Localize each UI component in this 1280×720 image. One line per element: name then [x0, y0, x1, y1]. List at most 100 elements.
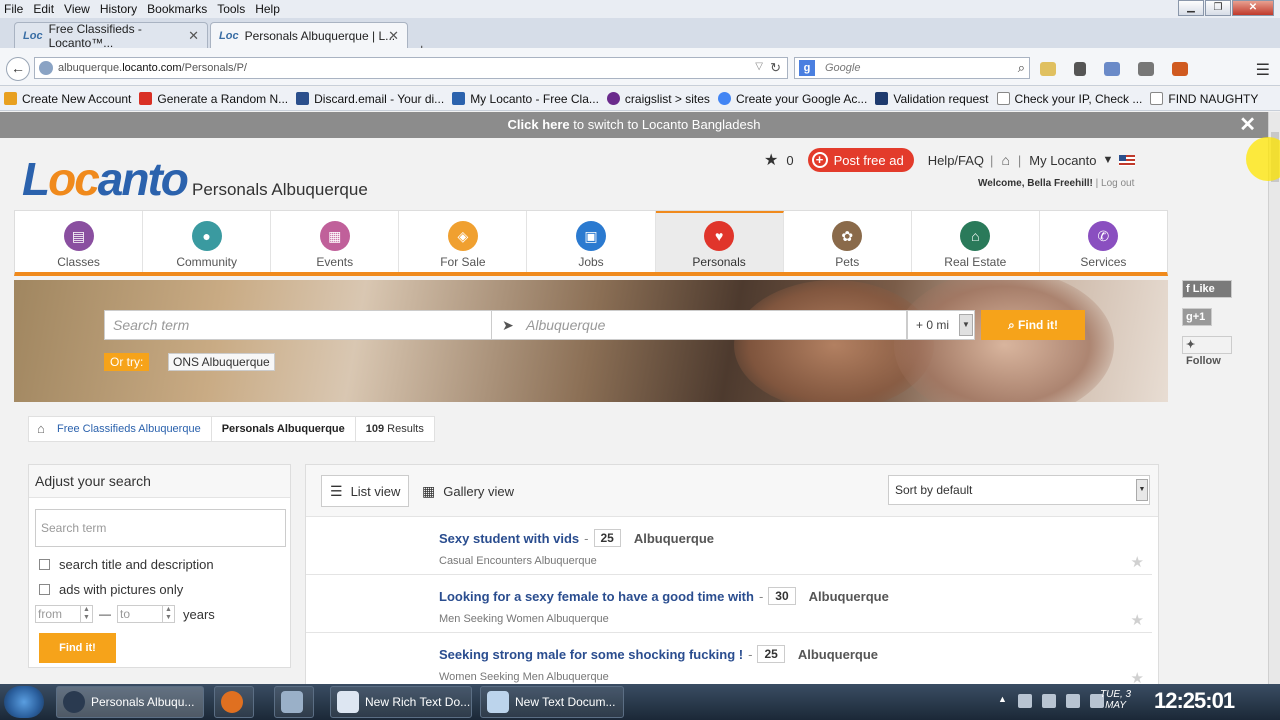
menu-view[interactable]: View	[59, 2, 95, 16]
taskbar-date[interactable]: TUE, 3 MAY	[1100, 689, 1131, 711]
fox-icon[interactable]	[1172, 62, 1188, 76]
post-free-ad-button[interactable]: + Post free ad	[807, 148, 914, 172]
category-classes[interactable]: ▤ Classes	[15, 211, 144, 272]
reload-icon[interactable]: ↻	[770, 60, 781, 76]
refine-find-button[interactable]: Find it!	[39, 633, 116, 663]
gallery-view-button[interactable]: ▦ Gallery view	[414, 475, 522, 507]
extension-icon[interactable]	[1040, 62, 1056, 76]
search-icon[interactable]: ⌕	[1018, 60, 1025, 76]
browser-search-input[interactable]: g Google ⌕	[794, 57, 1030, 79]
bookmark-item[interactable]: Check your IP, Check ...	[996, 92, 1142, 106]
menu-bookmarks[interactable]: Bookmarks	[142, 2, 212, 16]
bookmark-item[interactable]: Discard.email - Your di...	[296, 92, 444, 106]
logout-link[interactable]: Log out	[1101, 178, 1134, 189]
tray-expand-icon[interactable]: ▲	[998, 694, 1008, 708]
distance-select[interactable]: + 0 mi ▼	[907, 310, 975, 340]
listing-row[interactable]: Sexy student with vids - 25 Albuquerque …	[306, 517, 1152, 575]
close-tab-icon[interactable]: ✕	[388, 28, 399, 44]
menu-help[interactable]: Help	[250, 2, 285, 16]
us-flag-icon[interactable]	[1119, 154, 1136, 166]
menu-edit[interactable]: Edit	[28, 2, 59, 16]
help-faq-link[interactable]: Help/FAQ	[928, 153, 984, 168]
category-services[interactable]: ✆ Services	[1040, 211, 1167, 272]
listing-category[interactable]: Casual Encounters Albuquerque	[439, 555, 597, 567]
taskbar-notepad-window[interactable]: New Text Docum...	[480, 686, 624, 718]
category-real-estate[interactable]: ⌂ Real Estate	[912, 211, 1040, 272]
pictures-only-checkbox[interactable]: ads with pictures only	[39, 582, 183, 597]
listing-category[interactable]: Women Seeking Men Albuquerque	[439, 671, 609, 683]
search-term-input[interactable]: Search term	[104, 310, 492, 340]
taskbar-firefox-pinned[interactable]	[214, 686, 254, 718]
category-community[interactable]: ● Community	[143, 211, 272, 272]
bookmark-item[interactable]: craigslist > sites	[606, 92, 710, 106]
listing-title[interactable]: Seeking strong male for some shocking fu…	[439, 647, 743, 662]
taskbar-calculator[interactable]	[274, 686, 314, 718]
close-tab-icon[interactable]: ✕	[188, 28, 199, 44]
bookmark-item[interactable]: My Locanto - Free Cla...	[452, 92, 599, 106]
bookmark-item[interactable]: FIND NAUGHTY	[1150, 92, 1258, 106]
star-icon[interactable]: ★	[1131, 553, 1144, 571]
breadcrumb-home[interactable]: ⌂ Free Classifieds Albuquerque	[28, 416, 212, 442]
category-for-sale[interactable]: ◈ For Sale	[399, 211, 528, 272]
checkbox[interactable]	[39, 559, 50, 570]
my-locanto-link[interactable]: My Locanto	[1029, 153, 1096, 168]
category-events[interactable]: ▦ Events	[271, 211, 400, 272]
list-view-button[interactable]: ☰ List view	[321, 475, 410, 507]
taskbar-clock[interactable]: 12:25:01	[1154, 688, 1235, 714]
star-icon[interactable]: ★	[1131, 611, 1144, 629]
sort-select[interactable]: Sort by default ▼	[888, 475, 1150, 505]
minimize-button[interactable]: ▁	[1178, 0, 1204, 16]
url-bar[interactable]: albuquerque. locanto.com/Personals/P/ ▽ ↻	[34, 57, 788, 79]
listing-row[interactable]: Seeking strong male for some shocking fu…	[306, 633, 1152, 684]
download-icon[interactable]	[1074, 62, 1086, 76]
find-it-button[interactable]: ⌕ Find it!	[981, 310, 1085, 340]
addon-icon[interactable]	[1104, 62, 1120, 76]
home-icon[interactable]: ⌂	[1001, 152, 1009, 168]
maximize-button[interactable]: ❐	[1205, 0, 1231, 16]
category-personals[interactable]: ♥ Personals	[655, 211, 784, 272]
age-to-input[interactable]: to ▲ ▼	[117, 605, 175, 623]
volume-icon[interactable]	[1066, 694, 1080, 708]
favorites-counter[interactable]: ★ 0	[764, 150, 794, 170]
age-from-input[interactable]: from ▲ ▼	[35, 605, 93, 623]
spinner-icon[interactable]: ▲ ▼	[80, 606, 92, 622]
taskbar-wordpad-window[interactable]: New Rich Text Do...	[330, 686, 472, 718]
listing-row[interactable]: Looking for a sexy female to have a good…	[306, 575, 1152, 633]
checkbox[interactable]	[39, 584, 50, 595]
bookmark-item[interactable]: Create your Google Ac...	[717, 92, 867, 106]
back-button[interactable]: ←	[6, 57, 30, 81]
flag-icon[interactable]	[1018, 694, 1032, 708]
twitter-follow-button[interactable]: ✦ Follow	[1182, 336, 1232, 367]
menu-tools[interactable]: Tools	[212, 2, 250, 16]
taskbar-firefox-window[interactable]: Personals Albuqu...	[56, 686, 204, 718]
switch-country-link[interactable]: Click here	[508, 117, 570, 132]
tools-icon[interactable]	[1138, 62, 1154, 76]
spinner-icon[interactable]: ▲ ▼	[162, 606, 174, 622]
star-icon[interactable]: ★	[1131, 669, 1144, 684]
location-input[interactable]: ➤ Albuquerque	[491, 310, 907, 340]
menu-icon[interactable]: ☰	[1256, 60, 1270, 80]
google-plus-button[interactable]: g+1	[1182, 308, 1212, 326]
suggestion-link[interactable]: ONS Albuquerque	[168, 353, 275, 371]
start-button[interactable]	[4, 686, 44, 718]
refine-search-input[interactable]: Search term	[35, 509, 286, 547]
bookmark-item[interactable]: Validation request	[875, 92, 989, 106]
category-pets[interactable]: ✿ Pets	[784, 211, 912, 272]
close-banner-icon[interactable]: ✕	[1239, 112, 1256, 138]
url-dropdown-icon[interactable]: ▽	[755, 61, 763, 72]
display-icon[interactable]	[1042, 694, 1056, 708]
bookmark-item[interactable]: Generate a Random N...	[139, 92, 288, 106]
chevron-down-icon[interactable]: ▼	[1103, 154, 1114, 166]
search-title-description-checkbox[interactable]: search title and description	[39, 557, 214, 572]
bookmark-item[interactable]: Create New Account	[4, 92, 131, 106]
menu-file[interactable]: File	[0, 2, 28, 16]
tab-free-classifieds[interactable]: Loc Free Classifieds - Locanto™... ✕	[14, 22, 208, 50]
locanto-logo[interactable]: Locanto	[22, 152, 189, 206]
listing-title[interactable]: Sexy student with vids	[439, 531, 579, 546]
tab-personals[interactable]: Loc Personals Albuquerque | L... ✕	[210, 22, 408, 48]
listing-title[interactable]: Looking for a sexy female to have a good…	[439, 589, 754, 604]
page-scrollbar[interactable]	[1268, 112, 1280, 684]
listing-category[interactable]: Men Seeking Women Albuquerque	[439, 613, 609, 625]
category-jobs[interactable]: ▣ Jobs	[527, 211, 656, 272]
close-window-button[interactable]: ✕	[1232, 0, 1274, 16]
